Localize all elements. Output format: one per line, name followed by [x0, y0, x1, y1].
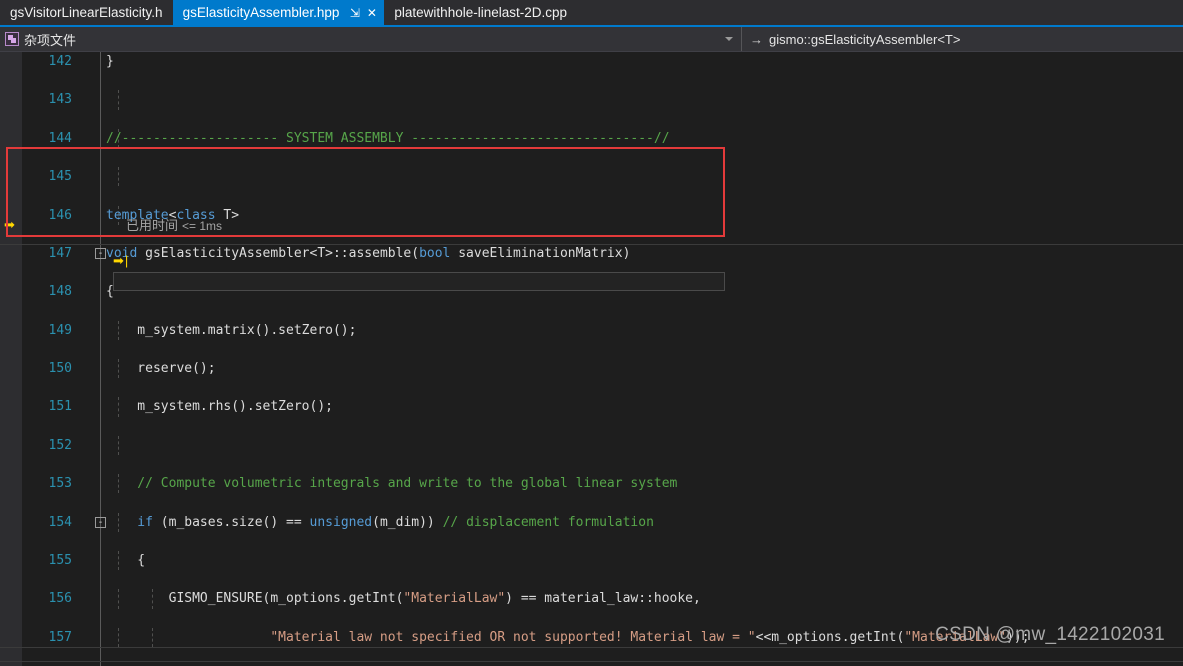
row-separator [0, 661, 1183, 662]
code-token: "MaterialLaw" [403, 591, 506, 607]
code-token: { [106, 553, 146, 569]
line-number: 152 [48, 437, 72, 453]
code-token: unsigned [309, 514, 373, 530]
code-token: (m_dim)) [372, 514, 443, 530]
code-line[interactable]: 143 [0, 90, 1183, 110]
fold-toggle-icon[interactable]: - [95, 516, 106, 528]
code-token: (m_bases.size() == [152, 514, 310, 530]
chevron-down-icon[interactable] [725, 37, 733, 41]
fold-toggle-icon[interactable]: - [95, 247, 106, 259]
code-lines-container: 142} 143 144 //-------------------- SYSTEM … [0, 52, 1183, 666]
line-number: 157 [48, 629, 72, 645]
code-token: gsElasticityAssembler<T>::assemble( [137, 245, 420, 261]
tab-icon-group: ⇲ ✕ [346, 3, 380, 23]
line-number: 145 [48, 169, 72, 185]
code-text: reserve(); [106, 359, 216, 378]
navigation-bar: 杂项文件 → gismo::gsElasticityAssembler<T> [0, 27, 1183, 52]
row-separator [0, 244, 1183, 245]
execution-pointer-icon: ➡ [4, 217, 15, 232]
code-line[interactable]: 149 m_system.matrix().setZero(); [0, 320, 1183, 340]
code-line[interactable]: 145 [0, 167, 1183, 187]
code-token: "Material law not specified OR not suppo… [106, 629, 756, 645]
code-text: GISMO_ENSURE(m_options.getInt("MaterialL… [106, 589, 701, 608]
editor-tab-0[interactable]: gsVisitorLinearElasticity.h [0, 0, 173, 25]
line-number: 156 [48, 591, 72, 607]
code-token: //-------------------- SYSTEM ASSEMBLY -… [106, 130, 670, 146]
code-text: //-------------------- SYSTEM ASSEMBLY -… [106, 129, 670, 148]
code-token: saveEliminationMatrix) [450, 245, 631, 261]
line-number: 148 [48, 284, 72, 300]
line-number: 142 [48, 54, 72, 69]
row-separator [0, 647, 1183, 648]
code-line[interactable]: 152 [0, 435, 1183, 456]
project-scope-dropdown[interactable]: 杂项文件 [0, 27, 742, 51]
code-line[interactable]: 142} [0, 52, 1183, 71]
project-scope-label: 杂项文件 [24, 32, 77, 48]
editor-tab-label: gsElasticityAssembler.hpp [182, 5, 340, 20]
close-icon[interactable]: ✕ [363, 3, 380, 23]
code-line[interactable]: 156 GISMO_ENSURE(m_options.getInt("Mater… [0, 589, 1183, 609]
editor-tab-label: gsVisitorLinearElasticity.h [10, 5, 163, 20]
line-number: 143 [48, 92, 72, 108]
csdn-watermark: CSDN @mw_1422102031 [935, 624, 1165, 645]
inline-execution-arrow-icon: ➡ | [113, 253, 129, 268]
code-text: "Material law not specified OR not suppo… [106, 628, 1029, 647]
code-token: GISMO_ENSURE(m_options.getInt( [106, 591, 404, 607]
editor-tab-label: platewithhole-linelast-2D.cpp [394, 5, 567, 20]
indent-guide [118, 167, 119, 187]
code-text: { [106, 551, 145, 570]
line-number: 154 [48, 514, 72, 530]
editor-tab-2[interactable]: platewithhole-linelast-2D.cpp [384, 0, 577, 25]
line-number: 144 [48, 130, 72, 146]
editor-tab-bar: gsVisitorLinearElasticity.h gsElasticityA… [0, 0, 1183, 25]
code-token: // Compute volumetric integrals and writ… [106, 476, 678, 492]
line-number: 153 [48, 476, 72, 492]
indent-guide [118, 435, 119, 456]
editor-tab-1[interactable]: gsElasticityAssembler.hpp ⇲ ✕ [172, 0, 385, 25]
code-line[interactable]: 154 - if (m_bases.size() == unsigned(m_di… [0, 512, 1183, 532]
line-number: 151 [48, 399, 72, 415]
code-text: // Compute volumetric integrals and writ… [106, 474, 677, 493]
line-number: 147 [48, 245, 72, 261]
type-scope-dropdown[interactable]: → gismo::gsElasticityAssembler<T> [742, 27, 1183, 51]
code-line[interactable]: 150 reserve(); [0, 359, 1183, 379]
code-line[interactable]: 151 m_system.rhs().setZero(); [0, 397, 1183, 417]
misc-files-icon [5, 32, 19, 46]
datatip-label: 已用时间 [126, 218, 179, 233]
current-statement-highlight [113, 272, 725, 291]
member-arrow-icon: → [750, 31, 763, 47]
code-text: } [106, 52, 114, 71]
code-token: bool [419, 245, 451, 261]
code-line[interactable]: 144 //-------------------- SYSTEM ASSEMBL… [0, 128, 1183, 148]
code-token: // displacement formulation [442, 514, 654, 530]
line-number: 155 [48, 553, 72, 569]
code-token: m_system.matrix().setZero(); [106, 322, 357, 338]
line-number: 150 [48, 361, 72, 377]
line-number: 146 [48, 207, 72, 223]
code-line[interactable]: 153 // Compute volumetric integrals and … [0, 474, 1183, 494]
code-line[interactable]: 147 - void gsElasticityAssembler<T>::assem… [0, 244, 1183, 263]
code-token: ) == material_law::hooke, [505, 591, 701, 607]
type-scope-label: gismo::gsElasticityAssembler<T> [769, 31, 961, 47]
pin-icon[interactable]: ⇲ [346, 3, 363, 23]
code-token: if [106, 514, 153, 530]
code-line[interactable]: 155 { [0, 551, 1183, 571]
elapsed-time-datatip: 已用时间 <= 1ms [126, 215, 222, 234]
code-text: void gsElasticityAssembler<T>::assemble(… [106, 244, 630, 263]
code-token: reserve(); [106, 361, 216, 377]
indent-guide [118, 90, 119, 110]
datatip-value: <= 1ms [182, 219, 223, 233]
code-text: if (m_bases.size() == unsigned(m_dim)) /… [106, 513, 654, 532]
code-text: m_system.rhs().setZero(); [106, 397, 333, 416]
code-token: <<m_options.getInt( [755, 629, 905, 645]
line-number: 149 [48, 322, 72, 338]
code-token: m_system.rhs().setZero(); [106, 399, 333, 415]
code-text: m_system.matrix().setZero(); [106, 321, 356, 340]
code-token: } [106, 54, 114, 69]
code-editor[interactable]: 142} 143 144 //-------------------- SYSTEM … [0, 52, 1183, 666]
